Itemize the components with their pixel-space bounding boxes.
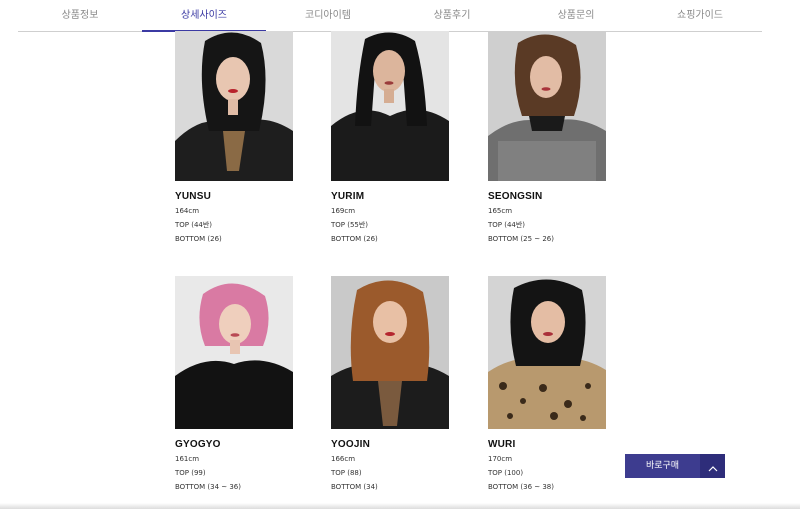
model-card: YUNSU 164cm TOP (44반) BOTTOM (26): [175, 31, 293, 243]
model-top-size: TOP (88): [331, 469, 362, 477]
model-size-grid: YUNSU 164cm TOP (44반) BOTTOM (26) YURIM …: [0, 0, 800, 509]
buy-now-bar: 바로구매: [625, 454, 725, 478]
model-name: WURI: [488, 439, 516, 450]
model-height: 166cm: [331, 455, 356, 463]
model-card: YURIM 169cm TOP (55반) BOTTOM (26): [331, 31, 449, 243]
model-photo: [488, 31, 606, 181]
model-bottom-size: BOTTOM (26): [175, 235, 222, 243]
buy-now-button[interactable]: 바로구매: [625, 454, 700, 478]
model-photo: [331, 276, 449, 429]
model-name: YOOJIN: [331, 439, 370, 450]
model-height: 170cm: [488, 455, 513, 463]
model-name: GYOGYO: [175, 439, 221, 450]
scroll-top-button[interactable]: [700, 454, 725, 478]
model-name: YUNSU: [175, 191, 212, 202]
model-height: 161cm: [175, 455, 200, 463]
model-photo: [331, 31, 449, 181]
model-top-size: TOP (100): [488, 469, 524, 477]
model-bottom-size: BOTTOM (25 ~ 26): [488, 235, 554, 243]
model-photo: [175, 31, 293, 181]
model-top-size: TOP (99): [175, 469, 206, 477]
model-top-size: TOP (44반): [175, 221, 213, 229]
model-top-size: TOP (55반): [331, 221, 369, 229]
model-card: YOOJIN 166cm TOP (88) BOTTOM (34): [331, 276, 449, 491]
model-height: 164cm: [175, 207, 200, 215]
model-name: YURIM: [331, 191, 365, 202]
model-height: 169cm: [331, 207, 356, 215]
chevron-up-icon: [708, 457, 718, 476]
model-photo: [488, 276, 606, 429]
model-bottom-size: BOTTOM (34 ~ 36): [175, 483, 241, 491]
model-card: WURI 170cm TOP (100) BOTTOM (36 ~ 38): [488, 276, 606, 491]
model-card: SEONGSIN 165cm TOP (44반) BOTTOM (25 ~ 26…: [488, 31, 606, 243]
bottom-shadow: [0, 503, 800, 509]
model-photo: [175, 276, 293, 429]
model-top-size: TOP (44반): [488, 221, 526, 229]
model-name: SEONGSIN: [488, 191, 543, 202]
model-bottom-size: BOTTOM (26): [331, 235, 378, 243]
model-bottom-size: BOTTOM (36 ~ 38): [488, 483, 554, 491]
model-height: 165cm: [488, 207, 513, 215]
model-card: GYOGYO 161cm TOP (99) BOTTOM (34 ~ 36): [175, 276, 293, 491]
model-bottom-size: BOTTOM (34): [331, 483, 378, 491]
